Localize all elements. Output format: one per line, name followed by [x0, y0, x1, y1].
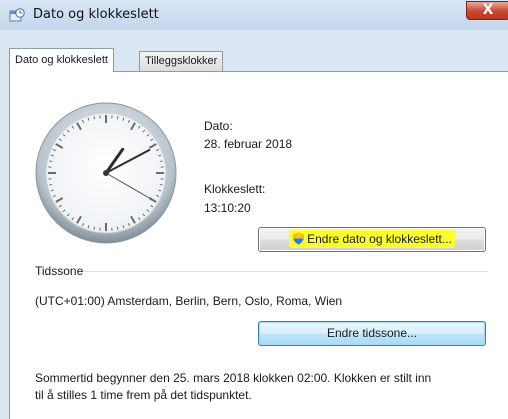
clock-minute-tick	[116, 226, 119, 230]
clock-minute-tick	[159, 183, 163, 186]
analog-clock	[35, 102, 177, 244]
time-label: Klokkeslett:	[204, 182, 266, 196]
timezone-group-divider	[83, 271, 488, 272]
close-button[interactable]: X	[466, 1, 508, 20]
change-date-time-label: Endre dato og klokkeslett...	[307, 232, 452, 246]
tab-date-time[interactable]: Dato og klokkeslett	[9, 48, 114, 72]
clock-center	[103, 170, 109, 176]
dst-notice-line1: Sommertid begynner den 25. mars 2018 klo…	[35, 371, 432, 385]
title-bar[interactable]: Dato og klokkeslett X	[0, 0, 508, 30]
window-title: Dato og klokkeslett	[33, 7, 159, 22]
uac-shield-icon	[293, 232, 305, 245]
dst-notice-line2: til å stilles 1 time frem på det tidspun…	[35, 388, 252, 402]
clock-minute-tick	[49, 160, 53, 163]
highlight-marker: Endre dato og klokkeslett...	[289, 230, 455, 248]
time-value: 13:10:20	[204, 201, 251, 215]
date-time-dialog: Dato og klokkeslett X Dato og klokkeslet…	[0, 0, 508, 419]
clock-calendar-icon	[9, 8, 25, 22]
change-date-time-button[interactable]: Endre dato og klokkeslett...	[258, 227, 486, 252]
date-value: 28. februar 2018	[204, 137, 293, 151]
clock-minute-tick	[93, 226, 96, 230]
clock-minute-tick	[159, 160, 163, 163]
clock-minute-tick	[49, 183, 53, 186]
clock-minute-tick	[116, 116, 119, 120]
date-label: Dato:	[204, 119, 233, 133]
timezone-value: (UTC+01:00) Amsterdam, Berlin, Bern, Osl…	[35, 294, 343, 308]
tab-additional-clocks[interactable]: Tilleggsklokker	[139, 51, 224, 71]
change-timezone-button[interactable]: Endre tidssone...	[258, 321, 486, 346]
clock-minute-tick	[93, 116, 96, 120]
timezone-group-label: Tidssone	[35, 264, 84, 278]
